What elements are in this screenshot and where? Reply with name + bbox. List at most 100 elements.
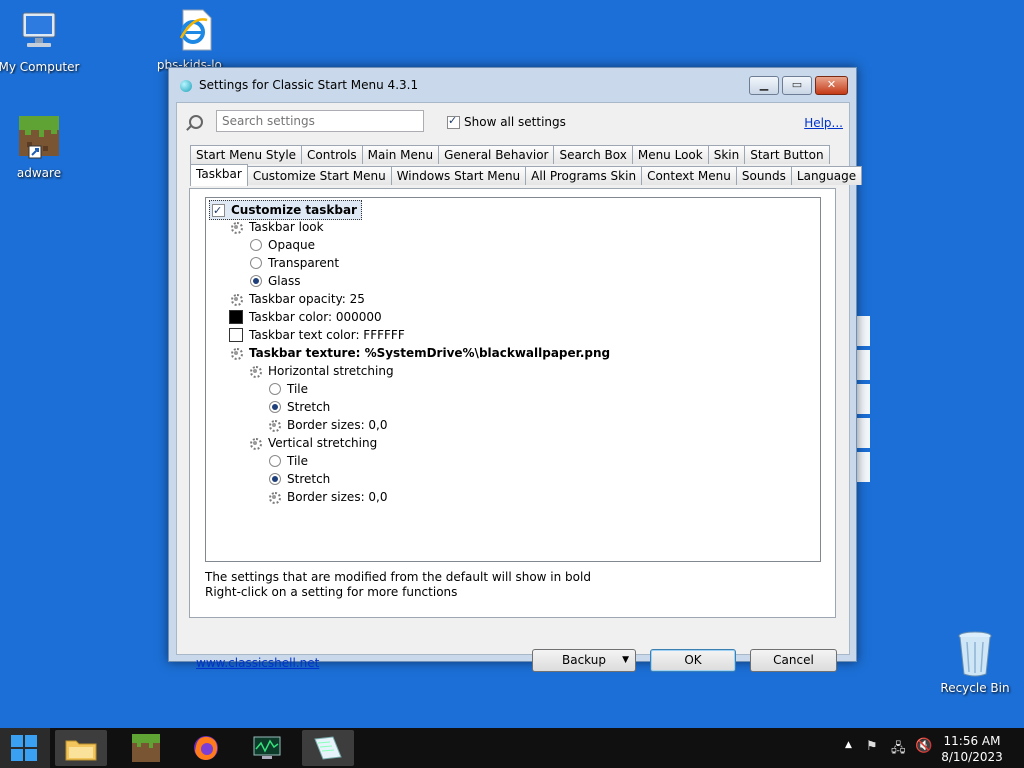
tree-item-transparent[interactable]: Transparent: [250, 254, 339, 272]
tab-start-button[interactable]: Start Button: [744, 145, 830, 164]
taskbar-tab-panel: Customize taskbar Taskbar look Opaque Tr…: [189, 188, 836, 618]
volume-muted-icon[interactable]: 🔇: [915, 738, 932, 754]
classic-shell-icon: [180, 80, 192, 92]
cancel-button[interactable]: Cancel: [750, 649, 837, 672]
computer-icon: [0, 10, 84, 57]
setting-gear-icon: [267, 418, 281, 432]
tab-sounds[interactable]: Sounds: [735, 166, 792, 185]
hint-right-click: Right-click on a setting for more functi…: [205, 585, 458, 599]
tab-general-behavior[interactable]: General Behavior: [438, 145, 555, 164]
tab-row-1: Start Menu Style Controls Main Menu Gene…: [190, 145, 830, 165]
taskbar-task-manager[interactable]: [240, 730, 292, 766]
tree-item-taskbar-opacity[interactable]: Taskbar opacity: 25: [229, 290, 365, 308]
glass-radio[interactable]: [250, 275, 262, 287]
tab-search-box[interactable]: Search Box: [553, 145, 633, 164]
vertical-tile-radio[interactable]: [269, 455, 281, 467]
tree-item-label: Taskbar look: [249, 220, 324, 234]
tree-item-vertical-border-sizes[interactable]: Border sizes: 0,0: [267, 488, 388, 506]
tree-item-vertical-stretching[interactable]: Vertical stretching: [248, 434, 377, 452]
tree-item-taskbar-text-color[interactable]: Taskbar text color: FFFFFF: [229, 326, 405, 344]
dialog-client-area: Show all settings Help... Start Menu Sty…: [176, 102, 863, 672]
taskbar-minecraft[interactable]: [120, 730, 172, 766]
tree-item-taskbar-look[interactable]: Taskbar look: [229, 218, 324, 236]
horizontal-stretch-radio[interactable]: [269, 401, 281, 413]
tree-item-label: Tile: [287, 454, 309, 468]
tab-all-programs-skin[interactable]: All Programs Skin: [525, 166, 643, 185]
show-hidden-icons-chevron-icon[interactable]: ▲: [845, 740, 852, 750]
tab-menu-look[interactable]: Menu Look: [631, 145, 709, 164]
opaque-radio[interactable]: [250, 239, 262, 251]
tree-item-horizontal-tile[interactable]: Tile: [269, 380, 308, 398]
clock-time: 11:56 AM: [943, 734, 1001, 748]
taskbar-firefox[interactable]: [180, 730, 232, 766]
start-button[interactable]: [0, 728, 50, 768]
desktop-icon-my-computer[interactable]: My Computer: [0, 10, 84, 74]
close-button[interactable]: ✕: [815, 76, 848, 95]
customize-taskbar-checkbox[interactable]: [212, 202, 225, 220]
vertical-stretch-radio[interactable]: [269, 473, 281, 485]
maximize-icon: ▭: [791, 78, 803, 91]
horizontal-tile-radio[interactable]: [269, 383, 281, 395]
classicshell-website-link[interactable]: www.classicshell.net: [196, 656, 319, 670]
tree-item-horizontal-stretching[interactable]: Horizontal stretching: [248, 362, 394, 380]
maximize-button[interactable]: ▭: [782, 76, 812, 95]
tree-item-glass[interactable]: Glass: [250, 272, 301, 290]
show-all-settings-option[interactable]: Show all settings: [447, 114, 566, 129]
tree-item-label: Taskbar color: 000000: [249, 310, 382, 324]
tree-item-label: Stretch: [287, 472, 331, 486]
tab-context-menu[interactable]: Context Menu: [641, 166, 737, 185]
tab-skin[interactable]: Skin: [707, 145, 746, 164]
taskbar-file-explorer[interactable]: [55, 730, 107, 766]
show-all-settings-checkbox[interactable]: [447, 114, 460, 129]
search-icon: [189, 115, 203, 129]
tab-controls[interactable]: Controls: [301, 145, 363, 164]
tree-item-label: Tile: [287, 382, 309, 396]
desktop-icon-adware[interactable]: adware: [0, 114, 84, 180]
tree-item-taskbar-texture[interactable]: Taskbar texture: %SystemDrive%\blackwall…: [229, 344, 610, 362]
search-input[interactable]: [216, 110, 424, 132]
taskbar-classic-shell-settings[interactable]: [302, 730, 354, 766]
minecraft-grass-block-icon: [132, 734, 160, 765]
tab-customize-start-menu[interactable]: Customize Start Menu: [246, 166, 392, 185]
tree-item-vertical-stretch[interactable]: Stretch: [269, 470, 330, 488]
setting-gear-icon: [248, 436, 262, 450]
show-all-settings-label: Show all settings: [464, 115, 566, 129]
windows-logo-fragment: [856, 316, 870, 486]
tab-language[interactable]: Language: [790, 166, 863, 185]
taskbar-color-swatch[interactable]: [229, 310, 243, 324]
tree-item-label: Border sizes: 0,0: [287, 418, 388, 432]
taskbar-text-color-swatch[interactable]: [229, 328, 243, 342]
tree-item-label: Taskbar text color: FFFFFF: [249, 328, 405, 342]
desktop-icon-recycle-bin[interactable]: Recycle Bin: [934, 630, 1016, 695]
tree-item-label: Horizontal stretching: [268, 364, 394, 378]
minimize-button[interactable]: ▁: [749, 76, 779, 95]
setting-gear-icon: [267, 490, 281, 504]
tab-windows-start-menu[interactable]: Windows Start Menu: [390, 166, 527, 185]
action-center-flag-icon[interactable]: ⚑: [866, 739, 878, 754]
backup-button[interactable]: Backup ▼: [532, 649, 636, 672]
setting-gear-icon: [229, 292, 243, 306]
tree-item-opaque[interactable]: Opaque: [250, 236, 315, 254]
transparent-radio[interactable]: [250, 257, 262, 269]
help-link[interactable]: Help...: [804, 116, 843, 130]
tab-taskbar[interactable]: Taskbar: [190, 164, 248, 186]
ok-button[interactable]: OK: [650, 649, 736, 672]
dialog-titlebar[interactable]: Settings for Classic Start Menu 4.3.1 ▁ …: [169, 68, 856, 102]
tab-main-menu[interactable]: Main Menu: [361, 145, 440, 164]
tree-item-label: Opaque: [268, 238, 316, 252]
tab-start-menu-style[interactable]: Start Menu Style: [190, 145, 303, 164]
tree-item-label: Taskbar texture: %SystemDrive%\blackwall…: [249, 346, 611, 360]
taskbar-clock[interactable]: 11:56 AM 8/10/2023: [935, 733, 1009, 765]
settings-tree[interactable]: Customize taskbar Taskbar look Opaque Tr…: [205, 197, 821, 562]
tree-item-label: Vertical stretching: [268, 436, 378, 450]
firefox-icon: [192, 734, 220, 765]
minimize-icon: ▁: [759, 78, 769, 91]
tree-item-horizontal-stretch[interactable]: Stretch: [269, 398, 330, 416]
internet-explorer-icon: [150, 8, 240, 55]
desktop-icon-pbs-kids[interactable]: pbs-kids-lo...: [150, 8, 240, 72]
tree-item-taskbar-color[interactable]: Taskbar color: 000000: [229, 308, 382, 326]
tree-item-vertical-tile[interactable]: Tile: [269, 452, 308, 470]
network-icon[interactable]: 🖧: [891, 739, 906, 761]
tree-item-horizontal-border-sizes[interactable]: Border sizes: 0,0: [267, 416, 388, 434]
tree-item-customize-taskbar[interactable]: Customize taskbar: [209, 200, 362, 220]
